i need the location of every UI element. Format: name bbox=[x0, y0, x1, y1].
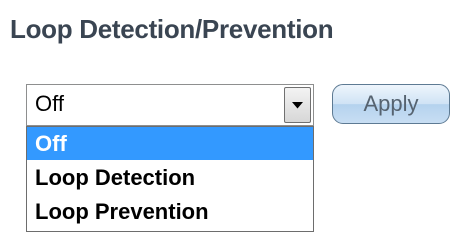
loop-mode-select[interactable]: Off bbox=[26, 84, 314, 126]
apply-button[interactable]: Apply bbox=[332, 84, 450, 124]
option-loop-prevention[interactable]: Loop Prevention bbox=[27, 195, 313, 228]
option-off[interactable]: Off bbox=[27, 127, 313, 160]
page-title: Loop Detection/Prevention bbox=[10, 14, 334, 44]
dropdown-option-list: Off Loop Detection Loop Prevention bbox=[26, 126, 314, 232]
dropdown-arrow-button[interactable] bbox=[284, 87, 311, 123]
option-loop-detection[interactable]: Loop Detection bbox=[27, 161, 313, 194]
chevron-down-icon bbox=[292, 101, 303, 108]
select-current-value: Off bbox=[35, 91, 64, 116]
